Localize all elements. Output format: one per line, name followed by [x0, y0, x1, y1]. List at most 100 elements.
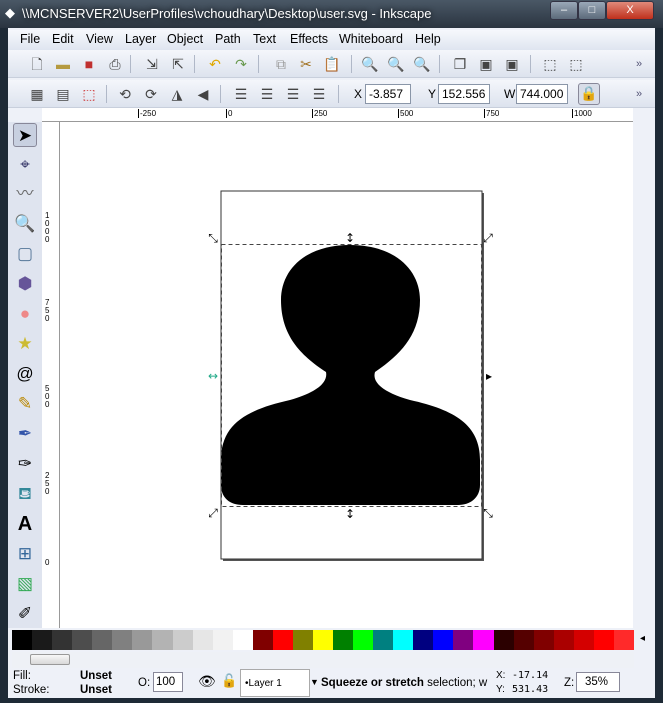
- scale-handle-nw[interactable]: ⤡: [208, 231, 218, 245]
- palette-swatch[interactable]: [493, 630, 514, 650]
- rotate-ccw-icon[interactable]: ⟲: [116, 85, 134, 103]
- save-icon[interactable]: ■: [80, 55, 98, 73]
- w-input[interactable]: 744.000: [516, 84, 568, 104]
- scale-handle-e[interactable]: ▸: [486, 369, 492, 383]
- lock-icon[interactable]: 🔓: [221, 673, 237, 689]
- star-tool-icon[interactable]: ★: [13, 332, 37, 356]
- close-button[interactable]: X: [606, 1, 654, 20]
- scale-handle-sw[interactable]: ⤢: [207, 506, 218, 520]
- raise-to-top-icon[interactable]: ☰: [232, 85, 250, 103]
- palette-menu-icon[interactable]: ◂: [640, 633, 645, 644]
- import-icon[interactable]: ⇲: [143, 55, 161, 73]
- rotate-cw-icon[interactable]: ⟳: [142, 85, 160, 103]
- zoom-input[interactable]: 35%: [576, 672, 620, 692]
- palette-swatch[interactable]: [232, 630, 253, 650]
- zoom-selection-icon[interactable]: 🔍: [361, 55, 379, 73]
- palette-swatch[interactable]: [373, 630, 394, 650]
- flip-vertical-icon[interactable]: ◀: [194, 85, 212, 103]
- menu-object[interactable]: Object: [167, 32, 203, 46]
- palette-swatch[interactable]: [172, 630, 193, 650]
- more-button[interactable]: »: [630, 55, 648, 73]
- ungroup-icon[interactable]: ▣: [503, 55, 521, 73]
- more-button[interactable]: »: [630, 85, 648, 103]
- cut-icon[interactable]: ✂: [297, 55, 315, 73]
- palette-swatch[interactable]: [72, 630, 93, 650]
- x-input[interactable]: -3.857: [365, 84, 411, 104]
- select-all-icon[interactable]: ▦: [28, 85, 46, 103]
- palette-swatch[interactable]: [453, 630, 474, 650]
- maximize-button[interactable]: □: [578, 1, 606, 20]
- vertical-scrollbar[interactable]: [633, 108, 655, 628]
- export-icon[interactable]: ⇱: [169, 55, 187, 73]
- scale-handle-n[interactable]: ↕: [345, 231, 355, 245]
- copy-icon[interactable]: ⧉: [272, 55, 290, 73]
- palette-swatch[interactable]: [12, 630, 33, 650]
- zoom-page-icon[interactable]: 🔍: [413, 55, 431, 73]
- redo-icon[interactable]: ↷: [232, 55, 250, 73]
- palette-swatch[interactable]: [513, 630, 534, 650]
- group-icon[interactable]: ▣: [477, 55, 495, 73]
- palette-swatch[interactable]: [112, 630, 133, 650]
- menu-layer[interactable]: Layer: [125, 32, 156, 46]
- new-icon[interactable]: 🗋: [28, 55, 46, 73]
- paint-bucket-tool-icon[interactable]: ⛾: [13, 482, 37, 506]
- palette-swatch[interactable]: [553, 630, 574, 650]
- palette-swatch[interactable]: [252, 630, 273, 650]
- menu-view[interactable]: View: [86, 32, 113, 46]
- pencil-tool-icon[interactable]: ✎: [13, 392, 37, 416]
- zoom-tool-icon[interactable]: 🔍: [13, 212, 37, 236]
- raise-icon[interactable]: ☰: [258, 85, 276, 103]
- palette-swatch[interactable]: [393, 630, 414, 650]
- scale-handle-se[interactable]: ⤡: [483, 506, 493, 520]
- menu-text[interactable]: Text: [253, 32, 276, 46]
- text-font-icon[interactable]: ⬚: [567, 55, 585, 73]
- scale-handle-s[interactable]: ↕: [345, 507, 355, 521]
- paste-icon[interactable]: 📋: [323, 55, 341, 73]
- text-tool-icon[interactable]: A: [13, 512, 37, 536]
- palette-swatch[interactable]: [92, 630, 113, 650]
- node-tool-icon[interactable]: ⌖: [13, 153, 37, 177]
- lower-to-bottom-icon[interactable]: ☰: [310, 85, 328, 103]
- palette-swatch[interactable]: [292, 630, 313, 650]
- palette-swatch[interactable]: [473, 630, 494, 650]
- zoom-drawing-icon[interactable]: 🔍: [387, 55, 405, 73]
- minimize-button[interactable]: –: [550, 1, 578, 20]
- scrollbar-thumb[interactable]: [30, 654, 70, 665]
- horizontal-scrollbar[interactable]: [12, 652, 634, 668]
- undo-icon[interactable]: ↶: [206, 55, 224, 73]
- palette-swatch[interactable]: [132, 630, 153, 650]
- palette-swatch[interactable]: [32, 630, 53, 650]
- 3d-box-tool-icon[interactable]: ⬢: [13, 272, 37, 296]
- menu-edit[interactable]: Edit: [52, 32, 74, 46]
- menu-path[interactable]: Path: [215, 32, 241, 46]
- menu-whiteboard[interactable]: Whiteboard: [339, 32, 403, 46]
- menu-help[interactable]: Help: [415, 32, 441, 46]
- duplicate-icon[interactable]: ❐: [451, 55, 469, 73]
- opacity-input[interactable]: 100: [153, 672, 183, 692]
- layer-select[interactable]: •Layer 1: [240, 669, 310, 697]
- drawing-canvas[interactable]: ⤡ ↕ ⤢ ↔ ▸ ⤢ ↕ ⤡: [60, 122, 633, 628]
- palette-swatch[interactable]: [533, 630, 554, 650]
- tweak-tool-icon[interactable]: 〰: [13, 182, 37, 206]
- connector-tool-icon[interactable]: ⊞: [13, 542, 37, 566]
- menu-file[interactable]: File: [20, 32, 40, 46]
- dropper-tool-icon[interactable]: ✐: [13, 602, 37, 626]
- eye-icon[interactable]: 👁: [198, 673, 216, 690]
- palette-swatch[interactable]: [413, 630, 434, 650]
- palette-swatch[interactable]: [613, 630, 634, 650]
- palette-swatch[interactable]: [152, 630, 173, 650]
- fill-stroke-icon[interactable]: ⬚: [541, 55, 559, 73]
- rectangle-tool-icon[interactable]: ▢: [13, 242, 37, 266]
- select-all-layers-icon[interactable]: ▤: [54, 85, 72, 103]
- fill-value[interactable]: Unset: [80, 670, 112, 682]
- scale-handle-ne[interactable]: ⤢: [482, 231, 493, 245]
- palette-swatch[interactable]: [312, 630, 333, 650]
- pen-tool-icon[interactable]: ✒: [13, 422, 37, 446]
- lock-proportions-icon[interactable]: 🔒: [578, 83, 600, 105]
- gradient-tool-icon[interactable]: ▧: [13, 572, 37, 596]
- ellipse-tool-icon[interactable]: ●: [13, 302, 37, 326]
- open-icon[interactable]: ▬: [54, 55, 72, 73]
- selector-tool-icon[interactable]: ➤: [13, 123, 37, 147]
- palette-swatch[interactable]: [192, 630, 213, 650]
- palette-swatch[interactable]: [212, 630, 233, 650]
